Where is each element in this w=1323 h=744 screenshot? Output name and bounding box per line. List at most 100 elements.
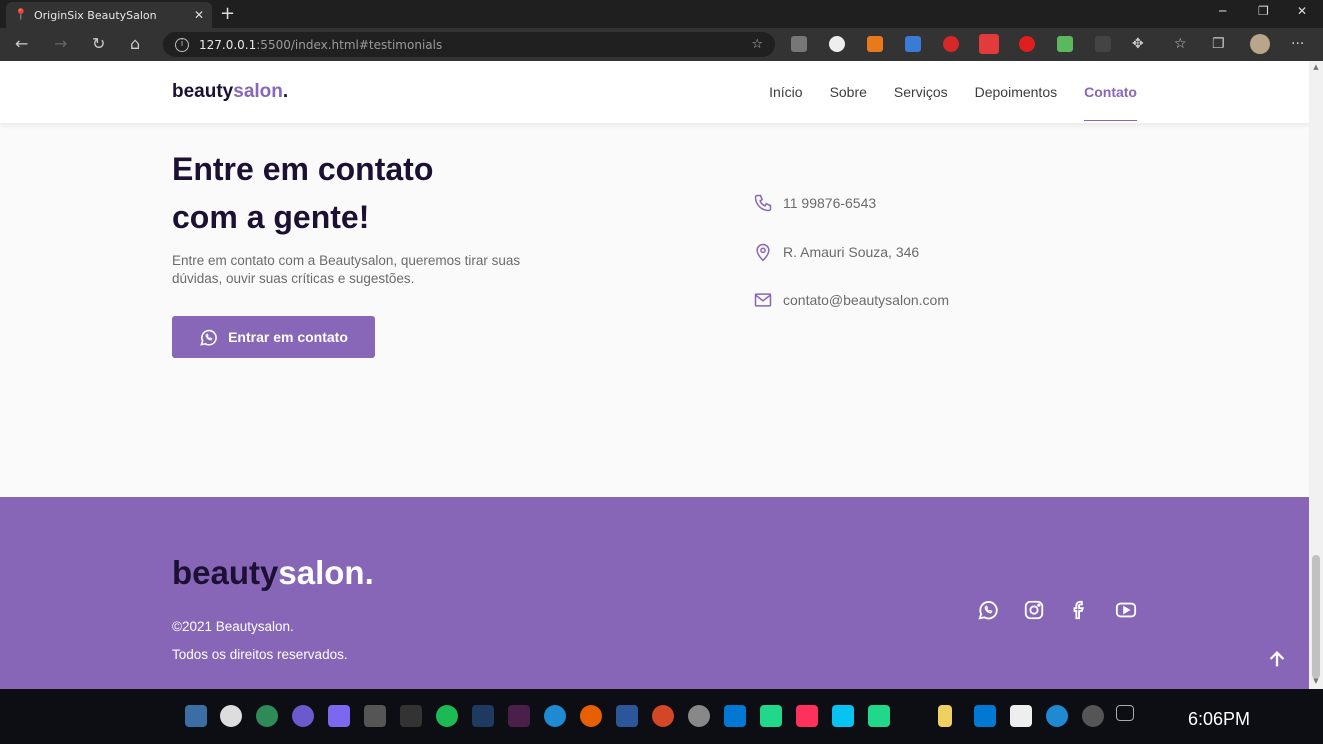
moon-icon[interactable] [292,705,314,727]
contact-address: R. Amauri Souza, 346 [753,241,919,263]
footer-rights: Todos os direitos reservados. [172,647,348,662]
home-icon[interactable]: ⌂ [130,34,140,53]
extension-icon[interactable] [791,36,807,52]
page-scrollbar[interactable]: ▲ ▼ [1309,61,1323,689]
power-icon[interactable] [220,705,242,727]
favorites-icon[interactable]: ☆ [1174,36,1187,52]
footer-logo: beautysalon. [172,554,374,592]
phone-text: 11 99876-6543 [783,195,877,211]
minimize-icon[interactable]: ─ [1219,4,1226,18]
edge-icon[interactable] [1046,705,1068,727]
tab-title: OriginSix BeautySalon [34,8,157,22]
footer-logo-main: beauty [172,554,279,591]
contact-email: contato@beautysalon.com [753,290,949,310]
site-logo[interactable]: beautysalon. [172,81,288,103]
site-footer: beautysalon. ©2021 Beautysalon. Todos os… [0,497,1309,689]
main-nav: Início Sobre Serviços Depoimentos Contat… [769,84,1137,121]
footer-copyright: ©2021 Beautysalon. [172,619,294,634]
new-tab-icon[interactable]: + [220,3,235,24]
vscode-icon[interactable] [724,705,746,727]
url-path: :5500/index.html#testimonials [256,37,443,52]
facebook-icon[interactable] [1069,599,1091,625]
whatsapp-icon[interactable] [977,599,999,625]
notes-icon[interactable] [938,705,952,727]
extension-icon[interactable] [943,36,959,52]
extension-icon[interactable] [1095,36,1111,52]
word-icon[interactable] [616,705,638,727]
close-tab-icon[interactable]: ✕ [194,8,204,22]
app-icon[interactable] [1082,705,1104,727]
scroll-up-icon[interactable]: ▲ [1312,63,1320,71]
favicon-icon: 📍 [14,8,28,21]
app-icon[interactable] [256,705,278,727]
logo-accent-text: salon [233,81,283,102]
monitor-icon[interactable] [364,705,386,727]
browser-tab[interactable]: 📍 OriginSix BeautySalon ✕ [6,2,212,28]
nav-inicio[interactable]: Início [769,84,802,121]
location-pin-icon [756,243,770,262]
more-menu-icon[interactable]: ··· [1291,36,1304,52]
contact-title: Entre em contato com a gente! [172,151,434,235]
spotify-icon[interactable] [436,705,458,727]
address-text: R. Amauri Souza, 346 [783,244,920,260]
taskbar-clock[interactable]: 6:06PM [1188,709,1250,730]
url-host: 127.0.0.1 [199,37,257,52]
phone-icon [754,194,772,212]
extension-icon[interactable] [1019,36,1035,52]
instagram-icon[interactable] [1023,599,1045,625]
network-volume-icon[interactable] [1116,705,1134,721]
recycle-bin-icon[interactable] [400,705,422,727]
scrollbar-thumb[interactable] [1312,555,1320,679]
start-icon[interactable] [185,705,207,727]
reload-icon[interactable]: ↻ [92,34,105,53]
avatar[interactable] [1250,34,1270,54]
nav-contato[interactable]: Contato [1084,84,1137,121]
whatsapp-icon [200,329,217,346]
site-header: beautysalon. Início Sobre Serviços Depoi… [0,61,1309,124]
contact-button[interactable]: Entrar em contato [172,316,375,358]
clion-icon[interactable] [868,705,890,727]
youtube-icon[interactable] [1115,599,1137,625]
contact-button-label: Entrar em contato [228,329,348,345]
back-icon[interactable]: ← [15,34,28,53]
maximize-icon[interactable]: ❐ [1258,4,1269,18]
intellij-icon[interactable] [796,705,818,727]
nav-servicos[interactable]: Serviços [894,84,948,121]
extension-icon[interactable] [1057,36,1073,52]
footer-logo-accent: salon [278,554,365,591]
firefox-icon[interactable] [580,705,602,727]
extension-icon[interactable] [867,36,883,52]
footer-logo-dot: . [364,554,374,591]
extensions-puzzle-icon[interactable]: ✥ [1132,36,1144,52]
webstorm-icon[interactable] [832,705,854,727]
forward-icon[interactable]: → [54,34,67,53]
page-viewport: beautysalon. Início Sobre Serviços Depoi… [0,61,1309,689]
contact-phone: 11 99876-6543 [753,193,876,213]
logo-dot: . [282,81,289,102]
scroll-down-icon[interactable]: ▼ [1312,677,1320,685]
address-bar[interactable]: i 127.0.0.1:5500/index.html#testimonials… [163,32,775,57]
chat-icon[interactable] [1010,705,1032,727]
premiere-icon[interactable] [508,705,530,727]
site-info-icon[interactable]: i [175,37,189,52]
logo-main-text: beauty [172,81,234,102]
close-window-icon[interactable]: ✕ [1297,4,1307,18]
extension-icon[interactable] [905,36,921,52]
browser-toolbar: ← → ↻ ⌂ i 127.0.0.1:5500/index.html#test… [0,28,1323,61]
contact-description: Entre em contato com a Beautysalon, quer… [172,253,521,286]
mail-icon [754,293,772,307]
powerpoint-icon[interactable] [652,705,674,727]
back-to-top-button[interactable] [1266,648,1288,674]
app-icon[interactable] [328,705,350,727]
photoshop-icon[interactable] [472,705,494,727]
vscode-icon[interactable] [974,705,996,727]
extension-icon[interactable] [829,36,845,52]
edge-icon[interactable] [544,705,566,727]
nav-sobre[interactable]: Sobre [830,84,867,121]
favorite-star-icon[interactable]: ☆ [751,37,763,52]
search-icon[interactable] [688,705,710,727]
collections-icon[interactable]: ❐ [1212,36,1225,52]
pycharm-icon[interactable] [760,705,782,727]
nav-depoimentos[interactable]: Depoimentos [975,84,1058,121]
extension-icon[interactable] [979,34,999,54]
